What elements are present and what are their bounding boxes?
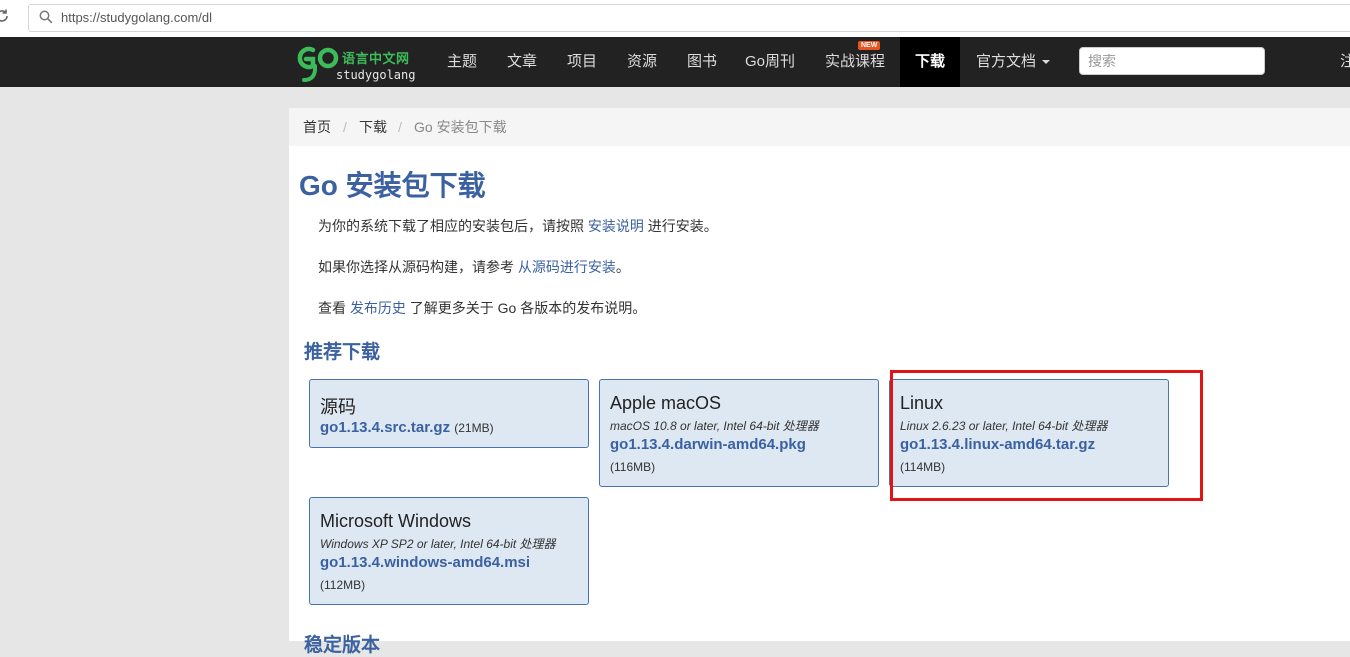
nav-item-download[interactable]: 下载	[900, 37, 960, 87]
breadcrumb-current: Go 安装包下载	[414, 119, 507, 135]
file-name: go1.13.4.src.tar.gz	[320, 419, 451, 436]
nav-item-courses[interactable]: 实战课程 NEW	[814, 37, 896, 87]
caret-down-icon	[1042, 60, 1050, 65]
nav-item-docs-label: 官方文档	[975, 53, 1036, 70]
download-link-windows[interactable]: go1.13.4.windows-amd64.msi	[320, 554, 530, 571]
page-title: Go 安装包下载	[299, 170, 486, 201]
browser-toolbar: https://studygolang.com/dl	[0, 0, 1350, 38]
download-card-source[interactable]: 源码 go1.13.4.src.tar.gz (21MB)	[309, 379, 589, 448]
text-fragment: 如果你选择从源码构建，请参考	[318, 259, 518, 275]
download-card-windows[interactable]: Microsoft Windows Windows XP SP2 or late…	[309, 497, 589, 605]
logo-text-en: studygolang	[336, 68, 416, 82]
new-badge: NEW	[858, 41, 881, 50]
nav-item-topics[interactable]: 主题	[436, 37, 488, 87]
download-card-macos[interactable]: Apple macOS macOS 10.8 or later, Intel 6…	[599, 379, 879, 487]
nav-item-projects[interactable]: 项目	[556, 37, 608, 87]
site-navbar: 语言中文网 studygolang 主题 文章 项目 资源 图书 Go周刊 实战…	[0, 37, 1350, 87]
breadcrumb-separator: /	[398, 119, 402, 135]
address-url: https://studygolang.com/dl	[61, 10, 213, 25]
breadcrumb-home[interactable]: 首页	[303, 108, 331, 146]
card-title: Apple macOS	[610, 393, 722, 413]
breadcrumb-separator: /	[343, 119, 347, 135]
source-build-text: 如果你选择从源码构建，请参考 从源码进行安装。	[318, 257, 630, 277]
go-logo-icon	[297, 46, 339, 82]
text-fragment: 进行安装。	[643, 218, 718, 234]
card-requirements: macOS 10.8 or later, Intel 64-bit 处理器	[610, 419, 819, 433]
nav-item-courses-label: 实战课程	[824, 53, 885, 70]
install-instructions-text: 为你的系统下载了相应的安装包后，请按照 安装说明 进行安装。	[318, 216, 718, 236]
highlight-annotation-box	[890, 370, 1203, 501]
text-fragment: 为你的系统下载了相应的安装包后，请按照	[318, 218, 588, 234]
stable-versions-heading: 稳定版本	[304, 635, 381, 656]
download-link-macos[interactable]: go1.13.4.darwin-amd64.pkg	[610, 436, 806, 453]
source-install-link[interactable]: 从源码进行安装	[518, 259, 616, 275]
download-link-source[interactable]: go1.13.4.src.tar.gz (21MB)	[320, 419, 494, 436]
nav-item-books[interactable]: 图书	[676, 37, 728, 87]
logo-text-cn: 语言中文网	[342, 51, 410, 66]
install-guide-link[interactable]: 安装说明	[588, 218, 644, 234]
breadcrumb-download[interactable]: 下载	[359, 108, 387, 146]
site-search-input[interactable]	[1079, 47, 1265, 75]
recommended-downloads-heading: 推荐下载	[304, 342, 381, 363]
text-fragment: 。	[615, 259, 630, 275]
card-title: 源码	[320, 397, 356, 417]
nav-item-articles[interactable]: 文章	[496, 37, 548, 87]
nav-item-resources[interactable]: 资源	[616, 37, 668, 87]
release-history-text: 查看 发布历史 了解更多关于 Go 各版本的发布说明。	[318, 298, 646, 318]
text-fragment: 了解更多关于 Go 各版本的发布说明。	[405, 300, 647, 316]
nav-item-truncated[interactable]: 注	[1340, 37, 1350, 87]
site-logo[interactable]: 语言中文网 studygolang	[294, 40, 419, 86]
nav-item-docs-dropdown[interactable]: 官方文档	[965, 37, 1061, 87]
release-history-link[interactable]: 发布历史	[350, 300, 406, 316]
address-bar[interactable]: https://studygolang.com/dl	[28, 4, 1350, 32]
search-icon	[39, 10, 53, 24]
nav-item-go-weekly[interactable]: Go周刊	[736, 37, 804, 87]
card-requirements: Windows XP SP2 or later, Intel 64-bit 处理…	[320, 537, 556, 551]
breadcrumb: 首页 / 下载 / Go 安装包下载	[289, 108, 1350, 146]
file-size: (112MB)	[320, 578, 366, 592]
file-size: (116MB)	[610, 460, 656, 474]
reload-icon[interactable]	[0, 8, 10, 24]
file-size: (21MB)	[454, 421, 494, 435]
text-fragment: 查看	[318, 300, 350, 316]
card-title: Microsoft Windows	[320, 511, 472, 531]
